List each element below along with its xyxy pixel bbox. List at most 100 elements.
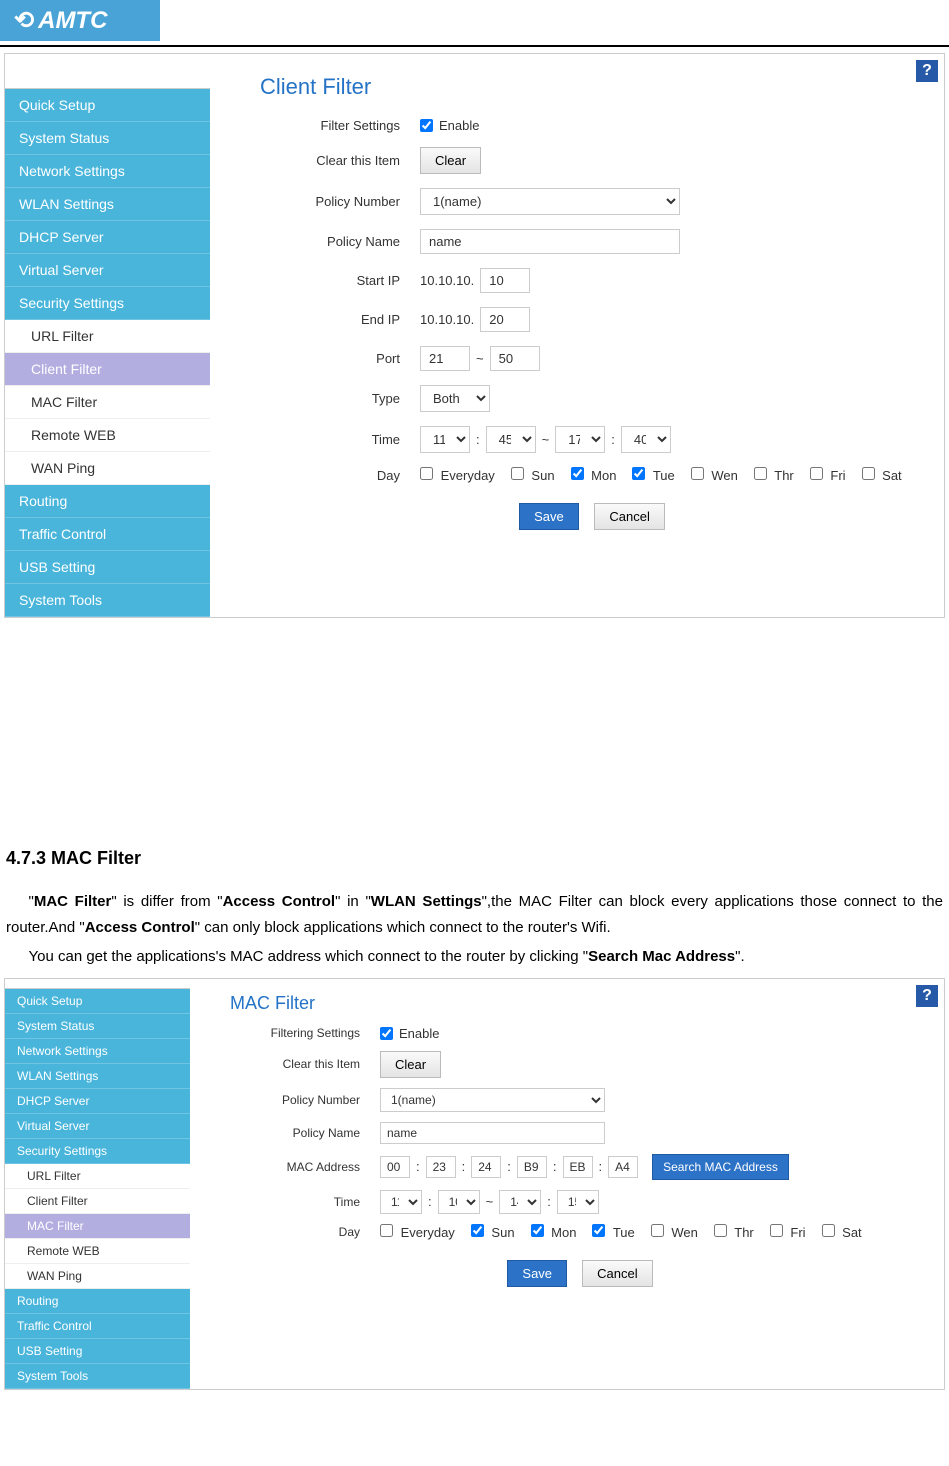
clear-button[interactable]: Clear: [420, 147, 481, 174]
end-ip-input[interactable]: [480, 307, 530, 332]
mac-octet-2[interactable]: [471, 1156, 501, 1178]
mac-octet-1[interactable]: [426, 1156, 456, 1178]
time-m2-select[interactable]: 40: [621, 426, 671, 453]
enable-checkbox[interactable]: [420, 119, 433, 132]
sidebar-item-system-tools[interactable]: System Tools: [5, 1364, 190, 1389]
day-option-everyday[interactable]: Everyday: [380, 1224, 455, 1240]
day-checkbox-fri[interactable]: [810, 467, 823, 480]
enable-checkbox[interactable]: [380, 1027, 393, 1040]
sidebar-item-system-status[interactable]: System Status: [5, 122, 210, 155]
day-option-fri[interactable]: Fri: [770, 1224, 806, 1240]
policy-name-input[interactable]: [420, 229, 680, 254]
port-from-input[interactable]: [420, 346, 470, 371]
day-checkbox-thr[interactable]: [714, 1224, 727, 1237]
day-option-sun[interactable]: Sun: [471, 1224, 515, 1240]
save-button[interactable]: Save: [519, 503, 579, 530]
sidebar-item-wan-ping[interactable]: WAN Ping: [5, 452, 210, 485]
day-checkbox-wen[interactable]: [651, 1224, 664, 1237]
day-option-fri[interactable]: Fri: [810, 467, 846, 483]
sidebar-item-url-filter[interactable]: URL Filter: [5, 320, 210, 353]
day-option-sat[interactable]: Sat: [862, 467, 902, 483]
start-ip-input[interactable]: [480, 268, 530, 293]
mac-octet-0[interactable]: [380, 1156, 410, 1178]
clear-button[interactable]: Clear: [380, 1051, 441, 1078]
sidebar-item-security-settings[interactable]: Security Settings: [5, 287, 210, 320]
day-option-everyday[interactable]: Everyday: [420, 467, 495, 483]
label-start-ip: Start IP: [260, 273, 420, 288]
sidebar-item-traffic-control[interactable]: Traffic Control: [5, 1314, 190, 1339]
time-m1-select[interactable]: 45: [486, 426, 536, 453]
day-option-mon[interactable]: Mon: [571, 467, 617, 483]
sidebar-item-remote-web[interactable]: Remote WEB: [5, 1239, 190, 1264]
day-checkbox-thr[interactable]: [754, 467, 767, 480]
day-checkbox-wen[interactable]: [691, 467, 704, 480]
help-icon[interactable]: ?: [916, 60, 938, 82]
help-icon[interactable]: ?: [916, 985, 938, 1007]
time-h1-select[interactable]: 11: [420, 426, 470, 453]
time-h1-select[interactable]: 11: [380, 1190, 422, 1214]
sidebar-item-client-filter[interactable]: Client Filter: [5, 353, 210, 386]
day-checkbox-fri[interactable]: [770, 1224, 783, 1237]
sidebar-item-usb-setting[interactable]: USB Setting: [5, 1339, 190, 1364]
day-checkbox-everyday[interactable]: [420, 467, 433, 480]
sidebar-item-quick-setup[interactable]: Quick Setup: [5, 989, 190, 1014]
time-h2-select[interactable]: 17: [555, 426, 605, 453]
sidebar-item-wan-ping[interactable]: WAN Ping: [5, 1264, 190, 1289]
day-checkbox-sat[interactable]: [862, 467, 875, 480]
sidebar-item-client-filter[interactable]: Client Filter: [5, 1189, 190, 1214]
day-option-sat[interactable]: Sat: [822, 1224, 862, 1240]
sidebar-item-network-settings[interactable]: Network Settings: [5, 1039, 190, 1064]
sidebar-item-mac-filter[interactable]: MAC Filter: [5, 386, 210, 419]
mac-octet-3[interactable]: [517, 1156, 547, 1178]
type-select[interactable]: Both: [420, 385, 490, 412]
sidebar-item-url-filter[interactable]: URL Filter: [5, 1164, 190, 1189]
mac-octet-5[interactable]: [608, 1156, 638, 1178]
sidebar-item-wlan-settings[interactable]: WLAN Settings: [5, 1064, 190, 1089]
sidebar-item-dhcp-server[interactable]: DHCP Server: [5, 1089, 190, 1114]
day-checkbox-mon[interactable]: [531, 1224, 544, 1237]
sidebar-item-dhcp-server[interactable]: DHCP Server: [5, 221, 210, 254]
sidebar-item-traffic-control[interactable]: Traffic Control: [5, 518, 210, 551]
time-h2-select[interactable]: 14: [499, 1190, 541, 1214]
sidebar-item-virtual-server[interactable]: Virtual Server: [5, 254, 210, 287]
day-checkbox-mon[interactable]: [571, 467, 584, 480]
day-checkbox-everyday[interactable]: [380, 1224, 393, 1237]
day-option-tue[interactable]: Tue: [632, 467, 674, 483]
day-checkbox-sun[interactable]: [471, 1224, 484, 1237]
cancel-button[interactable]: Cancel: [594, 503, 664, 530]
sidebar-item-mac-filter[interactable]: MAC Filter: [5, 1214, 190, 1239]
mac-octet-4[interactable]: [563, 1156, 593, 1178]
day-option-thr[interactable]: Thr: [754, 467, 794, 483]
sidebar-item-security-settings[interactable]: Security Settings: [5, 1139, 190, 1164]
day-checkbox-tue[interactable]: [592, 1224, 605, 1237]
sidebar-item-wlan-settings[interactable]: WLAN Settings: [5, 188, 210, 221]
sidebar-item-routing[interactable]: Routing: [5, 485, 210, 518]
sidebar-item-remote-web[interactable]: Remote WEB: [5, 419, 210, 452]
day-option-thr[interactable]: Thr: [714, 1224, 754, 1240]
time-m1-select[interactable]: 10: [438, 1190, 480, 1214]
day-checkbox-sat[interactable]: [822, 1224, 835, 1237]
cancel-button[interactable]: Cancel: [582, 1260, 652, 1287]
port-to-input[interactable]: [490, 346, 540, 371]
day-option-wen[interactable]: Wen: [651, 1224, 698, 1240]
sidebar-item-network-settings[interactable]: Network Settings: [5, 155, 210, 188]
sidebar-item-system-tools[interactable]: System Tools: [5, 584, 210, 617]
time-m2-select[interactable]: 15: [557, 1190, 599, 1214]
save-button[interactable]: Save: [507, 1260, 567, 1287]
sidebar-item-quick-setup[interactable]: Quick Setup: [5, 89, 210, 122]
policy-name-input[interactable]: [380, 1122, 605, 1144]
day-option-wen[interactable]: Wen: [691, 467, 738, 483]
day-checkbox-tue[interactable]: [632, 467, 645, 480]
day-option-mon[interactable]: Mon: [531, 1224, 577, 1240]
day-checkbox-sun[interactable]: [511, 467, 524, 480]
search-mac-button[interactable]: Search MAC Address: [652, 1154, 789, 1180]
sidebar-item-usb-setting[interactable]: USB Setting: [5, 551, 210, 584]
policy-number-select[interactable]: 1(name): [420, 188, 680, 215]
sidebar-item-virtual-server[interactable]: Virtual Server: [5, 1114, 190, 1139]
day-option-sun[interactable]: Sun: [511, 467, 555, 483]
sidebar-item-routing[interactable]: Routing: [5, 1289, 190, 1314]
sidebar-item-system-status[interactable]: System Status: [5, 1014, 190, 1039]
day-option-tue[interactable]: Tue: [592, 1224, 634, 1240]
policy-number-select[interactable]: 1(name): [380, 1088, 605, 1112]
label-day: Day: [260, 468, 420, 483]
